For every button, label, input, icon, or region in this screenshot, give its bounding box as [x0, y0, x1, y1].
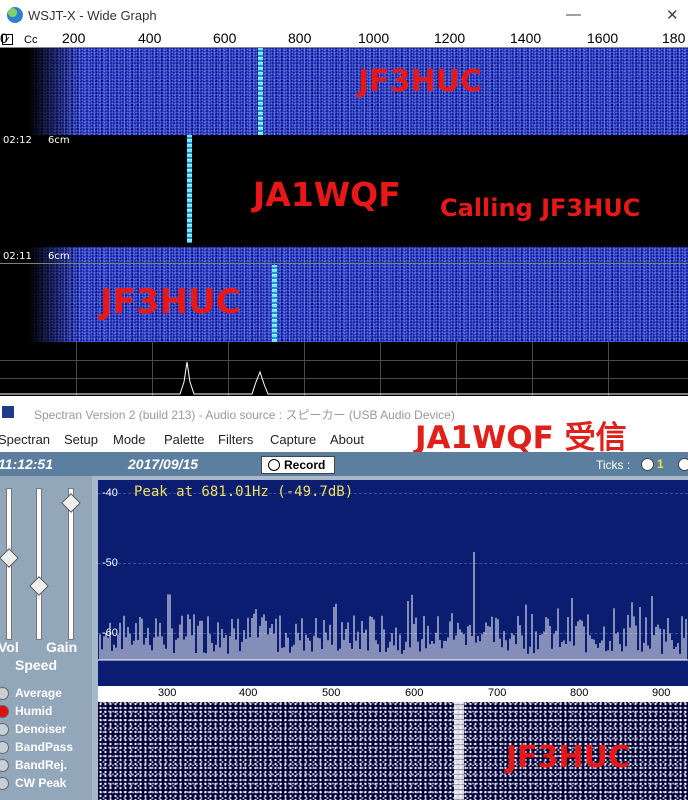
vol-slider-knob[interactable]: [0, 548, 19, 568]
x-label: 400: [239, 687, 258, 699]
control-panel: Vol Gain Speed Average Humid Denoiser Ba…: [0, 476, 92, 800]
speed-slider-knob[interactable]: [29, 576, 49, 596]
signal-trace: [187, 135, 192, 243]
freq-label: 400: [138, 30, 162, 46]
waterfall-band-3: 02:11 6cm JF3HUC: [0, 247, 688, 342]
spectran-window-title: Spectran Version 2 (build 213) - Audio s…: [34, 408, 455, 422]
ticks-radio-1[interactable]: [641, 458, 654, 471]
x-label: 500: [322, 687, 341, 699]
x-label: 700: [488, 687, 507, 699]
wsjt-app-icon: [7, 7, 23, 23]
x-axis: 300 400 500 600 700 800 900: [98, 686, 688, 702]
freq-label: 180: [662, 30, 686, 46]
speed-slider-track[interactable]: [36, 488, 42, 640]
receive-overlay-text: JA1WQF 受信: [415, 420, 627, 456]
spectran-window: Spectran Version 2 (build 213) - Audio s…: [0, 396, 688, 800]
freq-label: 800: [288, 30, 312, 46]
signal-trace: [272, 265, 277, 342]
callsign-overlay: JA1WQF: [253, 175, 401, 214]
callsign-overlay: JF3HUC: [358, 64, 483, 99]
band-time: 02:11: [3, 251, 32, 262]
spectrum-lines: [98, 552, 688, 661]
wsjt-window-title: WSJT-X - Wide Graph: [28, 8, 157, 23]
menu-mode[interactable]: Mode: [113, 432, 146, 447]
menu-filters[interactable]: Filters: [218, 432, 253, 447]
spectran-waterfall: JF3HUC: [98, 702, 688, 800]
ticks-label: Ticks :: [596, 458, 631, 472]
spectran-app-icon: [2, 406, 14, 418]
freq-label: 1400: [510, 30, 542, 46]
wsjt-wide-graph-window: WSJT-X - Wide Graph — ✕ ✓ Cc 0 200 400 6…: [0, 0, 688, 396]
wsjt-title-bar: WSJT-X - Wide Graph — ✕: [0, 0, 688, 31]
spectrum-graph: -40 -50 -60 Peak at 681.01Hz (-49.7dB): [98, 480, 688, 686]
freq-label: 1200: [434, 30, 466, 46]
freq-label: 1600: [587, 30, 619, 46]
band-mode: 6cm: [48, 251, 70, 262]
vol-label: Vol: [0, 639, 19, 655]
waterfall-callsign-overlay: JF3HUC: [506, 740, 631, 775]
clock-date: 2017/09/15: [128, 456, 199, 472]
signal-trace: [258, 48, 263, 135]
x-label: 800: [570, 687, 589, 699]
ticks-radio-2[interactable]: [678, 458, 688, 471]
x-label: 600: [405, 687, 424, 699]
menu-spectran[interactable]: Spectran: [0, 432, 50, 447]
x-label: 300: [158, 687, 177, 699]
ticks-value: 1: [657, 457, 664, 471]
clock-time: 11:12:51: [0, 456, 54, 472]
speed-label: Speed: [15, 657, 58, 673]
status-bar: 11:12:51 2017/09/15 Record Ticks : 1: [0, 452, 688, 476]
band-mode: 6cm: [48, 135, 70, 146]
gain-label: Gain: [46, 639, 78, 655]
freq-label: 600: [213, 30, 237, 46]
minimize-button[interactable]: —: [566, 6, 581, 23]
wsjt-spectrum-plot: [0, 342, 688, 396]
menu-setup[interactable]: Setup: [64, 432, 98, 447]
band-time: 02:12: [3, 135, 32, 146]
menu-capture[interactable]: Capture: [270, 432, 316, 447]
spectrum-trace: [0, 361, 688, 395]
scale-corner-label: Cc: [24, 34, 38, 46]
freq-label: 1000: [358, 30, 390, 46]
band-separator: [0, 263, 688, 264]
menu-palette[interactable]: Palette: [164, 432, 204, 447]
gain-slider-knob[interactable]: [61, 493, 81, 513]
close-button[interactable]: ✕: [666, 6, 679, 24]
waterfall-signal-trace: [454, 702, 464, 800]
waterfall-band-1: JF3HUC: [0, 48, 688, 135]
record-radio-icon: [268, 459, 280, 471]
freq-label: 200: [62, 30, 86, 46]
freq-label: 0: [0, 30, 8, 46]
x-label: 900: [652, 687, 671, 699]
menu-about[interactable]: About: [330, 432, 364, 447]
waterfall-band-2: 02:12 6cm JA1WQF Calling JF3HUC: [0, 135, 688, 247]
frequency-scale: ✓ Cc: [0, 31, 688, 48]
callsign-overlay: JF3HUC: [100, 282, 241, 322]
record-button[interactable]: Record: [261, 456, 335, 474]
calling-message: Calling JF3HUC: [440, 194, 641, 222]
